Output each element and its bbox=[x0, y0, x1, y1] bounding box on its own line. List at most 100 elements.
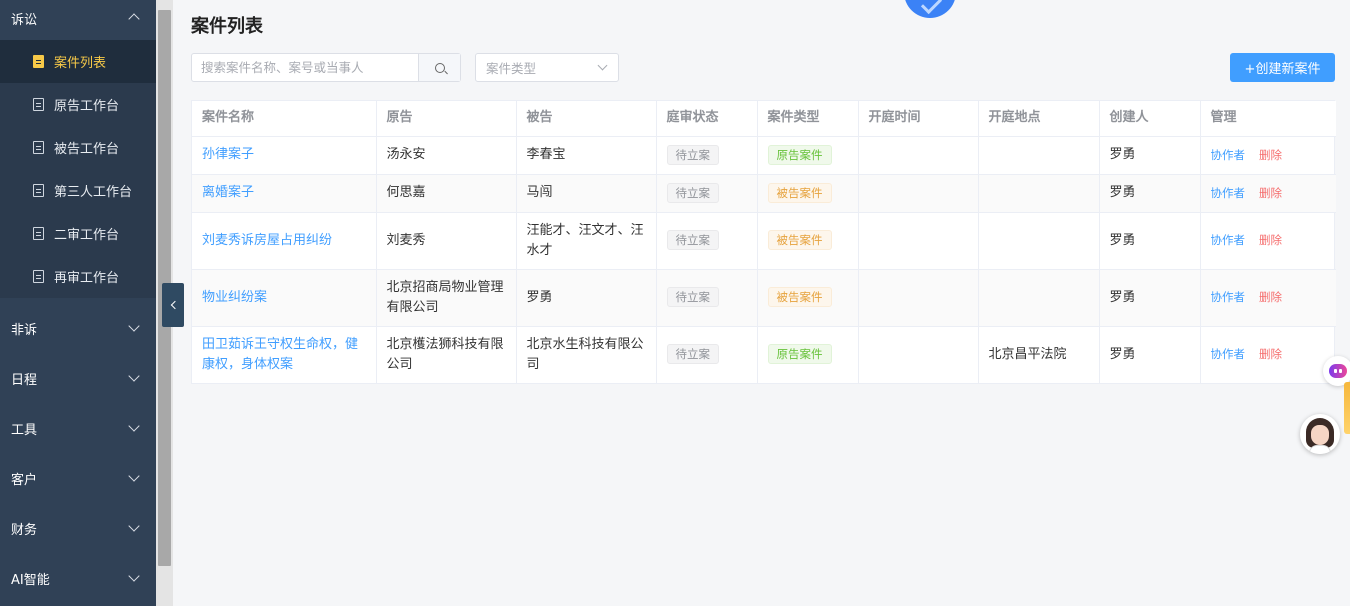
plaintiff-cell: 何思嘉 bbox=[376, 174, 517, 213]
plaintiff-cell: 北京招商局物业管理有限公司 bbox=[376, 269, 517, 327]
menu-group-ai[interactable]: AI智能 bbox=[0, 553, 156, 603]
hearing-place-cell bbox=[978, 212, 1100, 270]
sidebar-item-plaintiff-workbench[interactable]: 原告工作台 bbox=[0, 83, 156, 126]
sidebar-item-third-party-workbench[interactable]: 第三人工作台 bbox=[0, 169, 156, 212]
hearing-time-cell bbox=[858, 136, 979, 175]
chevron-down-icon bbox=[597, 60, 608, 71]
robot-icon bbox=[1329, 364, 1347, 378]
delete-button[interactable]: 删除 bbox=[1259, 233, 1282, 247]
sidebar-item-label: 二审工作台 bbox=[54, 228, 120, 243]
case-name-link[interactable]: 离婚案子 bbox=[202, 185, 254, 200]
collapse-sidebar-button[interactable] bbox=[162, 283, 184, 327]
hearing-time-cell bbox=[858, 212, 979, 270]
defendant-cell: 北京水生科技有限公司 bbox=[516, 326, 657, 383]
menu-group-clients[interactable]: 客户 bbox=[0, 453, 156, 503]
sidebar-item-defendant-workbench[interactable]: 被告工作台 bbox=[0, 126, 156, 169]
case-type-select[interactable]: 案件类型 bbox=[475, 53, 619, 82]
search-box bbox=[191, 53, 461, 82]
search-icon bbox=[434, 62, 445, 73]
creator-cell: 罗勇 bbox=[1099, 269, 1201, 327]
case-name-link[interactable]: 刘麦秀诉房屋占用纠纷 bbox=[202, 233, 332, 248]
chevron-down-icon bbox=[128, 370, 140, 382]
menu-group-tools[interactable]: 工具 bbox=[0, 403, 156, 453]
delete-button[interactable]: 删除 bbox=[1259, 148, 1282, 162]
avatar-face bbox=[1311, 425, 1329, 445]
customer-service-avatar[interactable] bbox=[1300, 414, 1340, 454]
sidebar-item-case-list[interactable]: 案件列表 bbox=[0, 40, 156, 83]
sidebar-item-second-instance-workbench[interactable]: 二审工作台 bbox=[0, 212, 156, 255]
sidebar-item-retrial-workbench[interactable]: 再审工作台 bbox=[0, 255, 156, 298]
hearing-place-cell bbox=[978, 174, 1100, 213]
collaborator-button[interactable]: 协作者 bbox=[1211, 186, 1246, 200]
case-type-badge: 被告案件 bbox=[767, 230, 832, 250]
status-badge: 待立案 bbox=[666, 230, 719, 250]
column-header: 开庭地点 bbox=[978, 101, 1100, 137]
chevron-down-icon bbox=[128, 320, 140, 332]
sidebar-item-label: 再审工作台 bbox=[54, 271, 120, 286]
case-type-placeholder: 案件类型 bbox=[486, 61, 537, 76]
search-input[interactable] bbox=[192, 54, 418, 81]
sidebar-item-label: 被告工作台 bbox=[54, 142, 120, 157]
case-type-badge: 原告案件 bbox=[767, 344, 832, 365]
menu-group-finance[interactable]: 财务 bbox=[0, 503, 156, 553]
menu-group-non-litigation[interactable]: 非诉 bbox=[0, 303, 156, 353]
table-row: 离婚案子 何思嘉 马闯 待立案 被告案件 罗勇 协作者 删除 bbox=[192, 174, 1336, 213]
status-badge: 待立案 bbox=[666, 344, 719, 365]
defendant-cell: 罗勇 bbox=[516, 269, 657, 327]
create-case-button[interactable]: +创建新案件 bbox=[1230, 53, 1335, 82]
chevron-left-icon bbox=[170, 300, 179, 310]
collaborator-button[interactable]: 协作者 bbox=[1211, 347, 1246, 361]
sidebar-item-label: 案件列表 bbox=[54, 56, 107, 71]
chevron-down-icon bbox=[128, 570, 140, 582]
creator-cell: 罗勇 bbox=[1099, 174, 1201, 213]
document-icon bbox=[33, 184, 44, 197]
case-name-link[interactable]: 田卫茹诉王守权生命权，健康权，身体权案 bbox=[202, 337, 358, 372]
sidebar-item-label: 第三人工作台 bbox=[54, 185, 133, 200]
document-icon bbox=[33, 55, 44, 68]
plaintiff-cell: 北京檴法狮科技有限公司 bbox=[376, 326, 517, 383]
table-header-row: 案件名称 原告 被告 庭审状态 案件类型 开庭时间 开庭地点 创建人 管理 bbox=[192, 101, 1336, 137]
delete-button[interactable]: 删除 bbox=[1259, 186, 1282, 200]
search-button[interactable] bbox=[418, 54, 460, 81]
collaborator-button[interactable]: 协作者 bbox=[1211, 290, 1246, 304]
collaborator-button[interactable]: 协作者 bbox=[1211, 148, 1246, 162]
delete-button[interactable]: 删除 bbox=[1259, 290, 1282, 304]
menu-group-label: 诉讼 bbox=[11, 13, 38, 28]
table-row: 田卫茹诉王守权生命权，健康权，身体权案 北京檴法狮科技有限公司 北京水生科技有限… bbox=[192, 326, 1336, 383]
case-table: 案件名称 原告 被告 庭审状态 案件类型 开庭时间 开庭地点 创建人 管理 孙律… bbox=[191, 100, 1336, 384]
side-drawer-handle[interactable] bbox=[1344, 382, 1350, 434]
status-badge: 待立案 bbox=[666, 182, 719, 203]
case-name-link[interactable]: 孙律案子 bbox=[202, 147, 254, 162]
delete-button[interactable]: 删除 bbox=[1259, 347, 1282, 361]
chevron-down-icon bbox=[128, 420, 140, 432]
column-header: 创建人 bbox=[1099, 101, 1201, 137]
hearing-time-cell bbox=[858, 269, 979, 327]
table-row: 刘麦秀诉房屋占用纠纷 刘麦秀 汪能才、汪文才、汪水才 待立案 被告案件 罗勇 协… bbox=[192, 212, 1336, 270]
creator-cell: 罗勇 bbox=[1099, 136, 1201, 175]
menu-group-schedule[interactable]: 日程 bbox=[0, 353, 156, 403]
menu-group-label: 客户 bbox=[11, 472, 38, 488]
column-header: 开庭时间 bbox=[858, 101, 979, 137]
hearing-time-cell bbox=[858, 326, 979, 383]
brand-logo-icon bbox=[904, 0, 956, 18]
menu-group-label: 日程 bbox=[11, 372, 38, 388]
status-badge: 待立案 bbox=[666, 287, 719, 307]
chevron-up-icon bbox=[128, 13, 140, 25]
case-name-link[interactable]: 物业纠纷案 bbox=[202, 290, 267, 305]
collaborator-button[interactable]: 协作者 bbox=[1211, 233, 1246, 247]
sidebar-item-label: 原告工作台 bbox=[54, 99, 120, 114]
status-badge: 待立案 bbox=[666, 144, 719, 165]
column-header: 庭审状态 bbox=[656, 101, 758, 137]
sidebar: 诉讼 案件列表 原告工作台 被告工作台 第三人工作台 二审工作台 再审工作台 非… bbox=[0, 0, 156, 606]
plaintiff-cell: 刘麦秀 bbox=[376, 212, 517, 270]
plaintiff-cell: 汤永安 bbox=[376, 136, 517, 175]
defendant-cell: 汪能才、汪文才、汪水才 bbox=[516, 212, 657, 270]
menu-group-label: 工具 bbox=[11, 422, 38, 438]
menu-group-label: 非诉 bbox=[11, 322, 38, 338]
column-header: 案件名称 bbox=[192, 101, 377, 137]
menu-group-litigation[interactable]: 诉讼 bbox=[0, 0, 156, 40]
hearing-place-cell: 北京昌平法院 bbox=[978, 326, 1100, 383]
column-header: 管理 bbox=[1200, 101, 1336, 137]
menu-group-label: AI智能 bbox=[11, 572, 50, 588]
document-icon bbox=[33, 270, 44, 283]
